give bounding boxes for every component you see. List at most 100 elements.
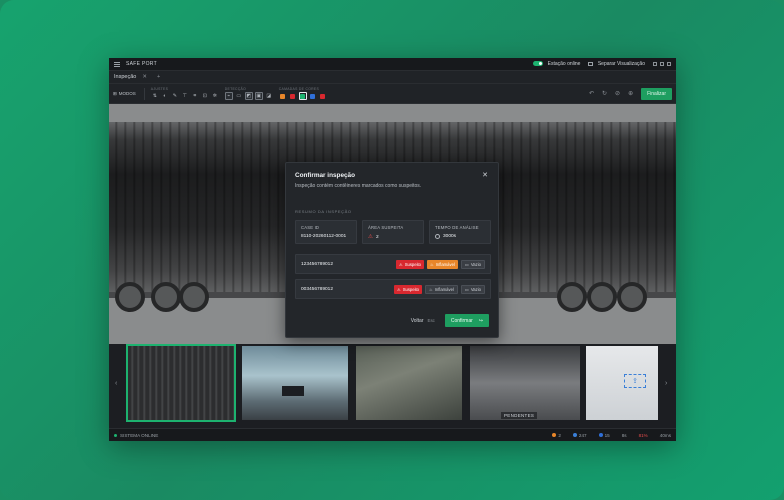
- tag-label: Vazio: [470, 286, 481, 292]
- modes-icon: ⊞: [113, 90, 117, 96]
- color-swatch-fill: [300, 93, 306, 99]
- back-label: Voltar: [410, 317, 424, 324]
- contrast-icon[interactable]: ◐: [161, 92, 169, 100]
- stat-latency: 40ms: [659, 432, 671, 438]
- settings-icon[interactable]: ✲: [211, 92, 219, 100]
- color-swatch-fill: [310, 93, 316, 99]
- color-swatch[interactable]: [309, 92, 317, 100]
- container-id: 123456789012: [301, 261, 334, 267]
- stat-value: 15: [604, 432, 610, 438]
- detect-mode-2-icon[interactable]: ▭: [235, 92, 243, 100]
- card-key: ÁREA SUSPEITA: [368, 225, 404, 230]
- stat-value: 2: [558, 432, 561, 438]
- measure-icon[interactable]: ⊤: [181, 92, 189, 100]
- detect-mode-3-icon[interactable]: ◩: [244, 92, 253, 100]
- close-tab-icon[interactable]: ✕: [142, 74, 147, 80]
- finish-button[interactable]: Finalizar: [641, 87, 672, 100]
- toolbar: ⊞ MODOS AJUSTES ⇅ ◐ ✎ ⊤ ⌗ ⊡ ✲ DETECÇÃO ⌁…: [109, 84, 676, 104]
- adjust-tool-group: AJUSTES ⇅ ◐ ✎ ⊤ ⌗ ⊡ ✲: [151, 87, 219, 101]
- stat-value: 247: [578, 432, 587, 438]
- card-value: 2: [375, 234, 379, 240]
- tag-empty[interactable]: ▭ Vazio: [460, 259, 485, 269]
- tag-label: Inflamável: [435, 261, 455, 267]
- confirm-button[interactable]: Confirmar ↪: [444, 314, 489, 327]
- detect-mode-1-icon[interactable]: ⌁: [224, 92, 233, 100]
- zoom-region-icon[interactable]: ⊡: [201, 92, 209, 100]
- flame-icon: ♨: [430, 261, 434, 267]
- flame-icon: ♨: [429, 286, 433, 292]
- close-icon[interactable]: ✕: [482, 171, 488, 179]
- sliders-icon[interactable]: ⇅: [151, 92, 159, 100]
- analysis-time-card: TEMPO DE ANÁLISE 3000s: [429, 220, 491, 244]
- tab-bar: Inspeção ✕ +: [109, 71, 676, 84]
- back-button[interactable]: Voltar Esc: [407, 314, 439, 327]
- chevron-right-icon[interactable]: ›: [665, 380, 667, 387]
- add-tab-icon[interactable]: +: [157, 74, 160, 80]
- dialog-subtitle: Inspeção contém contêineres marcados com…: [295, 183, 422, 189]
- thumbnail-upload[interactable]: ⇪: [586, 346, 658, 420]
- tab-inspection[interactable]: Inspeção ✕: [114, 74, 155, 80]
- split-view-label: Separar Visualização: [597, 61, 645, 67]
- stat-percent: 81%: [638, 432, 648, 438]
- box-icon: ▭: [464, 286, 469, 292]
- color-layer-group: CAMADAS DE CORES: [279, 87, 327, 101]
- processed-icon: [572, 433, 577, 437]
- chevron-left-icon[interactable]: ‹: [115, 380, 117, 387]
- license-plate: [282, 386, 304, 396]
- queue-icon: [598, 433, 603, 437]
- station-status[interactable]: Estação online: [533, 61, 580, 67]
- arrow-right-icon: ↪: [478, 317, 483, 324]
- summary-section-label: RESUMO DA INSPEÇÃO: [295, 209, 352, 214]
- detection-tool-group: DETECÇÃO ⌁ ▭ ◩ ▣ ◪: [224, 87, 273, 101]
- warning-icon: ⚠: [396, 286, 401, 292]
- warning-icon: ⚠: [398, 261, 403, 267]
- card-value: 3000s: [443, 234, 457, 239]
- stat-queue: 15: [598, 432, 610, 438]
- thumbnail-truck-front[interactable]: [242, 346, 348, 420]
- station-toggle-icon[interactable]: [533, 61, 544, 67]
- block-icon[interactable]: ⊘: [615, 90, 620, 97]
- title-bar: SAFE PORT Estação online Separar Visuali…: [109, 58, 676, 71]
- thumbnail-cargo-side[interactable]: [356, 346, 462, 420]
- status-bar: SISTEMA ONLINE 2 247 15 8s 81% 40ms: [109, 428, 676, 441]
- modes-button[interactable]: ⊞ MODOS: [113, 87, 145, 100]
- online-dot-icon: [114, 433, 117, 437]
- target-icon[interactable]: ⊕: [628, 90, 633, 97]
- container-row[interactable]: 123456789012 ⚠ Suspeito ♨ Inflamável ▭ Vazi…: [295, 254, 491, 274]
- tag-label: Vazio: [470, 261, 481, 267]
- thumbnail-xray[interactable]: [126, 344, 236, 422]
- rotate-icon[interactable]: ↻: [602, 90, 607, 97]
- upload-icon[interactable]: ⇪: [624, 374, 646, 388]
- thumbnail-chassis[interactable]: [470, 346, 580, 420]
- tag-flammable[interactable]: ♨ Inflamável: [427, 259, 458, 269]
- tag-empty[interactable]: ▭ Vazio: [460, 284, 485, 294]
- color-swatch[interactable]: [289, 92, 297, 100]
- color-swatch[interactable]: [319, 92, 327, 100]
- undo-icon[interactable]: ↶: [589, 90, 594, 97]
- tag-label: Suspeito: [402, 286, 419, 292]
- color-swatch[interactable]: [279, 92, 287, 100]
- wand-icon[interactable]: ✎: [171, 92, 179, 100]
- minimize-icon[interactable]: [653, 62, 657, 66]
- detect-mode-5-icon[interactable]: ◪: [265, 92, 273, 100]
- color-swatch[interactable]: [298, 92, 307, 100]
- card-value: 8110-20260112-0001: [301, 234, 347, 239]
- app-window: SAFE PORT Estação online Separar Visuali…: [109, 58, 676, 441]
- detect-mode-4-icon[interactable]: ▣: [254, 92, 263, 100]
- split-view-button[interactable]: Separar Visualização: [588, 61, 645, 67]
- tag-flammable[interactable]: ♨ Inflamável: [425, 284, 458, 294]
- color-swatch-fill: [290, 93, 296, 99]
- tag-suspect[interactable]: ⚠ Suspeito: [393, 284, 422, 294]
- hamburger-menu-icon[interactable]: [114, 61, 120, 67]
- container-id: 003456789012: [301, 286, 334, 292]
- system-status-label: SISTEMA ONLINE: [120, 432, 159, 438]
- tag-suspect[interactable]: ⚠ Suspeito: [395, 259, 424, 269]
- pending-badge: PENDENTES: [501, 412, 538, 419]
- tag-label: Inflamável: [434, 286, 454, 292]
- dialog-title: Confirmar inspeção: [295, 172, 356, 179]
- crop-icon[interactable]: ⌗: [191, 92, 199, 100]
- maximize-icon[interactable]: [660, 62, 664, 66]
- card-key: TEMPO DE ANÁLISE: [435, 225, 479, 230]
- close-window-icon[interactable]: [667, 62, 671, 66]
- container-row[interactable]: 003456789012 ⚠ Suspeito ♨ Inflamável ▭ Vazi…: [295, 279, 491, 299]
